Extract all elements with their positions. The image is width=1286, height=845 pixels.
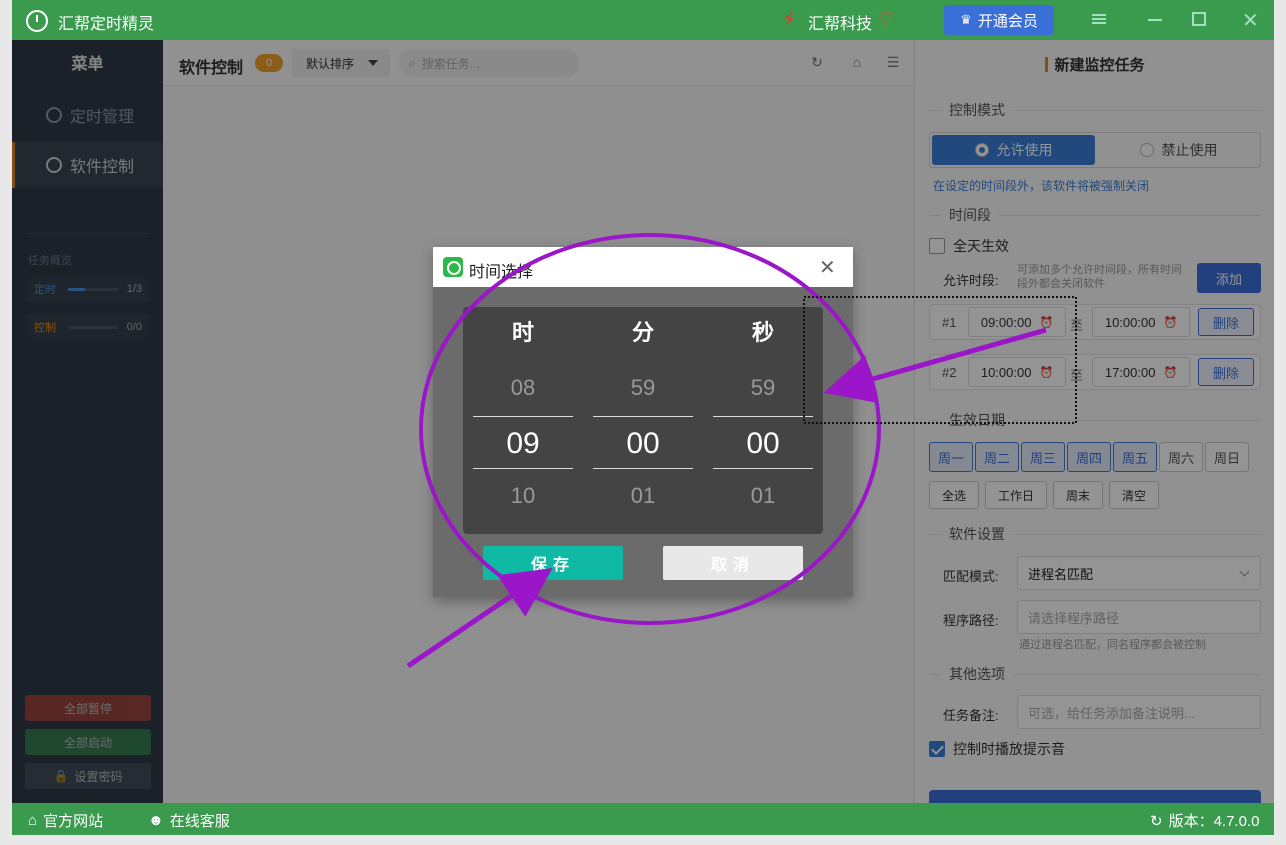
heart-icon: ♡ bbox=[878, 9, 895, 29]
version-label: 版本：4.7.0.0 bbox=[1168, 813, 1260, 830]
minimize-icon[interactable] bbox=[1148, 19, 1162, 21]
desktop-background-left bbox=[0, 0, 12, 845]
brand-logo-icon: ⚡ bbox=[782, 9, 797, 31]
app-title: 汇帮定时精灵 bbox=[58, 16, 155, 33]
minute-head: 分 bbox=[631, 320, 654, 345]
hour-next[interactable]: 10 bbox=[473, 483, 573, 509]
dialog-header: 时间选择 ✕ bbox=[433, 247, 853, 287]
second-prev[interactable]: 59 bbox=[713, 375, 813, 401]
user-icon: ☻ bbox=[148, 812, 164, 829]
hour-prev[interactable]: 08 bbox=[473, 375, 573, 401]
vip-button-label: 开通会员 bbox=[977, 12, 1038, 30]
second-next[interactable]: 01 bbox=[713, 483, 813, 509]
save-button[interactable]: 保存 bbox=[483, 546, 623, 580]
close-icon[interactable]: ✕ bbox=[1242, 8, 1259, 33]
close-icon[interactable]: ✕ bbox=[819, 255, 836, 280]
menu-icon[interactable] bbox=[1092, 12, 1106, 26]
app-logo-icon bbox=[26, 10, 48, 32]
status-bar: ⌂ 官方网站 ☻ 在线客服 ↻ 版本：4.7.0.0 bbox=[12, 803, 1274, 835]
minute-next[interactable]: 01 bbox=[593, 483, 693, 509]
hour-head: 时 bbox=[511, 320, 534, 345]
dialog-title: 时间选择 bbox=[469, 264, 534, 281]
vip-button[interactable]: ♛ 开通会员 bbox=[944, 5, 1054, 35]
home-icon: ⌂ bbox=[28, 812, 38, 829]
hour-current[interactable]: 09 bbox=[473, 416, 573, 469]
online-service-link[interactable]: ☻ 在线客服 bbox=[148, 810, 230, 831]
desktop-background-bottom bbox=[0, 835, 1286, 845]
brand-name: 汇帮科技 bbox=[808, 16, 873, 33]
online-service-label: 在线客服 bbox=[169, 813, 230, 830]
time-wheel-picker: 时 08 09 10 分 59 00 01 秒 59 00 01 bbox=[463, 307, 823, 534]
hour-column[interactable]: 时 08 09 10 bbox=[473, 307, 573, 534]
time-picker-dialog: 时间选择 ✕ 时 08 09 10 分 59 00 01 秒 59 00 01 … bbox=[433, 247, 853, 597]
refresh-icon: ↻ bbox=[1150, 812, 1163, 830]
cancel-button[interactable]: 取消 bbox=[663, 546, 803, 580]
minute-prev[interactable]: 59 bbox=[593, 375, 693, 401]
desktop-background-right bbox=[1274, 0, 1286, 845]
official-site-link[interactable]: ⌂ 官方网站 bbox=[28, 810, 103, 831]
maximize-icon[interactable] bbox=[1192, 12, 1206, 26]
title-bar: 汇帮定时精灵 ⚡ 汇帮科技 ♡ ♛ 开通会员 ✕ bbox=[12, 0, 1274, 40]
minute-column[interactable]: 分 59 00 01 bbox=[593, 307, 693, 534]
version-info: ↻ 版本：4.7.0.0 bbox=[1150, 810, 1259, 831]
alarm-clock-icon bbox=[443, 257, 463, 277]
second-current[interactable]: 00 bbox=[713, 416, 813, 469]
second-column[interactable]: 秒 59 00 01 bbox=[713, 307, 813, 534]
second-head: 秒 bbox=[751, 320, 774, 345]
crown-icon: ♛ bbox=[960, 12, 972, 27]
official-site-label: 官方网站 bbox=[43, 813, 104, 830]
minute-current[interactable]: 00 bbox=[593, 416, 693, 469]
